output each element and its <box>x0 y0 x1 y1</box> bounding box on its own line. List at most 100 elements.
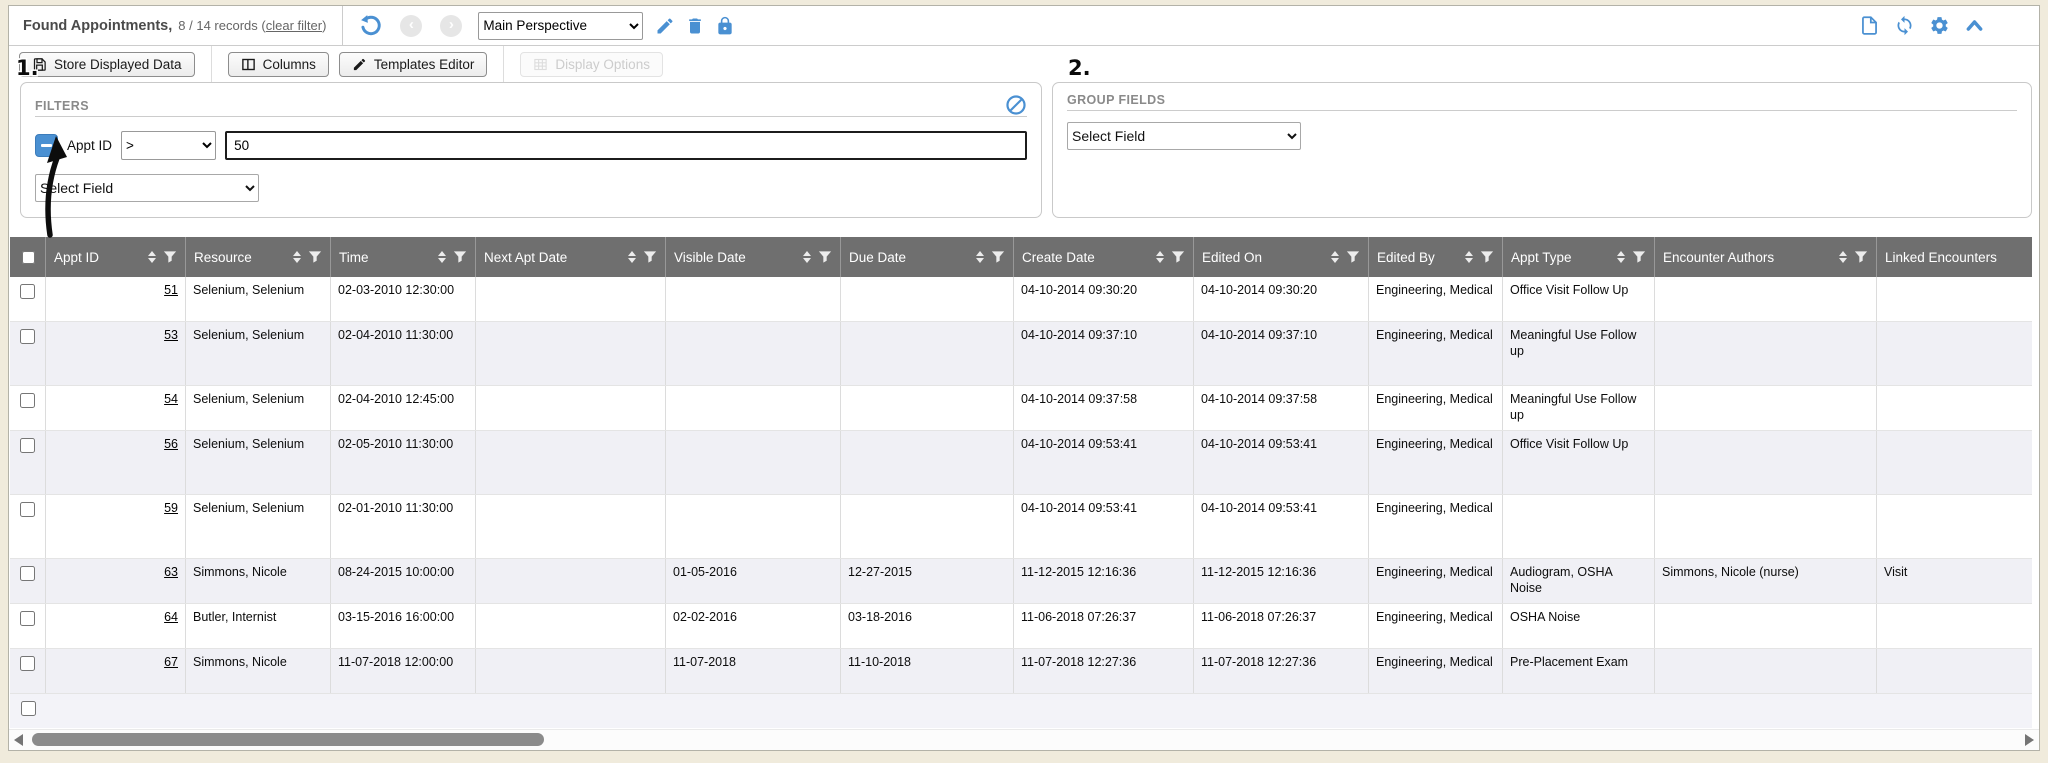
filter-value-input[interactable] <box>225 131 1027 160</box>
lock-icon[interactable] <box>715 16 735 36</box>
clear-filter-link[interactable]: clear filter <box>266 18 322 33</box>
row-checkbox[interactable] <box>20 656 35 671</box>
filter-funnel-icon[interactable] <box>163 250 177 264</box>
scroll-left-icon[interactable] <box>14 734 23 746</box>
column-header-edited_on[interactable]: Edited On <box>1194 237 1369 277</box>
cell-time: 02-03-2010 12:30:00 <box>331 277 476 321</box>
cell-create: 11-07-2018 12:27:36 <box>1014 649 1194 693</box>
appt-id-link[interactable]: 59 <box>164 501 178 515</box>
table-row: 63Simmons, Nicole08-24-2015 10:00:0001-0… <box>10 559 2032 604</box>
table-row: 53Selenium, Selenium02-04-2010 11:30:000… <box>10 322 2032 386</box>
column-header-create[interactable]: Create Date <box>1014 237 1194 277</box>
cell-next <box>476 559 666 603</box>
sort-icon[interactable] <box>1617 251 1625 263</box>
row-checkbox-cell <box>10 431 46 494</box>
column-header-resource[interactable]: Resource <box>186 237 331 277</box>
sort-icon[interactable] <box>628 251 636 263</box>
row-checkbox[interactable] <box>20 329 35 344</box>
appt-id-link[interactable]: 56 <box>164 437 178 451</box>
gear-icon[interactable] <box>1929 15 1950 36</box>
column-header-id[interactable]: Appt ID <box>46 237 186 277</box>
row-checkbox[interactable] <box>20 611 35 626</box>
cell-resource: Butler, Internist <box>186 604 331 648</box>
cell-create: 04-10-2014 09:30:20 <box>1014 277 1194 321</box>
appt-id-link[interactable]: 67 <box>164 655 178 669</box>
select-all-cell <box>10 237 46 277</box>
sort-icon[interactable] <box>293 251 301 263</box>
remove-filter-icon[interactable] <box>35 134 58 157</box>
sort-icon[interactable] <box>1839 251 1847 263</box>
filter-funnel-icon[interactable] <box>1171 250 1185 264</box>
cell-authors <box>1655 386 1877 430</box>
add-filter-field-select[interactable]: Select Field <box>35 174 259 202</box>
columns-button[interactable]: Columns <box>228 52 329 77</box>
column-header-due[interactable]: Due Date <box>841 237 1014 277</box>
filter-funnel-icon[interactable] <box>453 250 467 264</box>
scrollbar-thumb[interactable] <box>32 733 544 746</box>
row-checkbox[interactable] <box>20 438 35 453</box>
filter-funnel-icon[interactable] <box>1854 250 1868 264</box>
sort-icon[interactable] <box>1331 251 1339 263</box>
appt-id-link[interactable]: 64 <box>164 610 178 624</box>
cell-due <box>841 322 1014 385</box>
filter-operator-select[interactable]: > <box>121 131 216 160</box>
sort-icon[interactable] <box>1465 251 1473 263</box>
appt-id-link[interactable]: 63 <box>164 565 178 579</box>
cell-next <box>476 694 666 728</box>
row-checkbox[interactable] <box>20 502 35 517</box>
select-all-checkbox[interactable] <box>22 250 35 265</box>
appt-id-link[interactable]: 54 <box>164 392 178 406</box>
cell-edited_by: Engineering, Medical <box>1369 559 1503 603</box>
trash-icon[interactable] <box>685 16 705 36</box>
templates-editor-button[interactable]: Templates Editor <box>339 52 488 77</box>
sort-icon[interactable] <box>976 251 984 263</box>
sort-icon[interactable] <box>148 251 156 263</box>
store-displayed-data-button[interactable]: Store Displayed Data <box>19 52 195 77</box>
appt-id-link[interactable]: 53 <box>164 328 178 342</box>
cell-due: 12-27-2015 <box>841 559 1014 603</box>
cell-visible: 02-02-2016 <box>666 604 841 648</box>
column-header-icons <box>797 250 832 264</box>
row-checkbox[interactable] <box>20 393 35 408</box>
column-header-authors[interactable]: Encounter Authors <box>1655 237 1877 277</box>
next-icon[interactable]: › <box>440 15 462 37</box>
display-options-button[interactable]: Display Options <box>520 52 663 77</box>
row-checkbox[interactable] <box>20 566 35 581</box>
group-field-select[interactable]: Select Field <box>1067 122 1301 150</box>
column-header-edited_by[interactable]: Edited By <box>1369 237 1503 277</box>
undo-icon[interactable] <box>359 14 382 37</box>
column-header-time[interactable]: Time <box>331 237 476 277</box>
row-checkbox[interactable] <box>21 701 36 716</box>
perspective-select[interactable]: Main Perspective <box>478 12 643 40</box>
filter-funnel-icon[interactable] <box>991 250 1005 264</box>
filter-funnel-icon[interactable] <box>643 250 657 264</box>
edit-pencil-icon[interactable] <box>655 16 675 36</box>
block-icon[interactable] <box>1005 94 1027 116</box>
columns-label: Columns <box>263 57 316 72</box>
cell-time: 11-07-2018 12:00:00 <box>331 649 476 693</box>
table-row: 67Simmons, Nicole11-07-2018 12:00:0011-0… <box>10 649 2032 694</box>
filter-funnel-icon[interactable] <box>308 250 322 264</box>
refresh-icon[interactable] <box>1894 15 1915 36</box>
previous-icon[interactable]: ‹ <box>400 15 422 37</box>
column-header-visible[interactable]: Visible Date <box>666 237 841 277</box>
column-header-linked[interactable]: Linked Encounters <box>1877 237 2032 277</box>
filter-funnel-icon[interactable] <box>1632 250 1646 264</box>
sort-icon[interactable] <box>803 251 811 263</box>
collapse-chevron-up-icon[interactable] <box>1964 15 1985 36</box>
filter-funnel-icon[interactable] <box>1480 250 1494 264</box>
cell-edited_on: 11-06-2018 07:26:37 <box>1194 604 1369 648</box>
scroll-right-icon[interactable] <box>2025 734 2034 746</box>
filter-funnel-icon[interactable] <box>818 250 832 264</box>
cell-type: Meaningful Use Follow up <box>1503 322 1655 385</box>
sort-icon[interactable] <box>438 251 446 263</box>
table-row: 59Selenium, Selenium02-01-2010 11:30:000… <box>10 495 2032 559</box>
sort-icon[interactable] <box>1156 251 1164 263</box>
column-header-next[interactable]: Next Apt Date <box>476 237 666 277</box>
filter-funnel-icon[interactable] <box>1346 250 1360 264</box>
row-checkbox[interactable] <box>20 284 35 299</box>
appt-id-link[interactable]: 51 <box>164 283 178 297</box>
table-header-row: Appt ID Resource Time Next Apt Date Visi… <box>10 237 2032 277</box>
new-document-icon[interactable] <box>1859 15 1880 36</box>
column-header-type[interactable]: Appt Type <box>1503 237 1655 277</box>
